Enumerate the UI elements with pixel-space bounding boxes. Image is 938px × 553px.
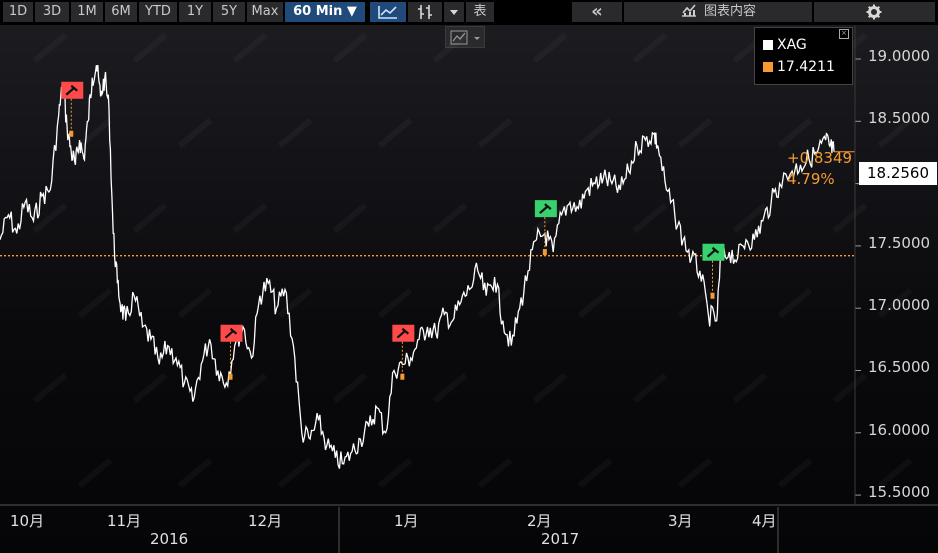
watermark-mark [578,288,612,318]
table-view-button[interactable]: 表 [466,2,494,22]
period-3d-button[interactable]: 3D [35,2,69,22]
period-1m-button[interactable]: 1M [71,2,103,22]
watermark-mark [33,373,67,403]
y-tick-label: 18.5000 [868,109,931,127]
watermark-mark [478,118,512,148]
y-tick-label: 16.5000 [868,358,931,376]
x-tick-label: 1月 [394,512,419,530]
period-6m-button[interactable]: 6M [105,2,137,22]
watermark-mark [278,118,312,148]
y-tick-label: 16.0000 [868,421,931,439]
watermark-mark [578,118,612,148]
period-5y-button[interactable]: 5Y [213,2,245,22]
watermark-mark [33,33,67,63]
watermark-mark [333,203,367,233]
watermark-mark [633,33,667,63]
period-max-button[interactable]: Max [247,2,283,22]
year-label: 2016 [150,530,189,548]
watermark-mark [733,203,767,233]
y-tick-label: 17.0000 [868,296,931,314]
watermark-mark [378,288,412,318]
watermark-mark [133,33,167,63]
watermark-mark [733,373,767,403]
watermark-mark [378,458,412,488]
watermark-mark [633,373,667,403]
last-value-badge: 18.2560 [859,162,937,185]
watermark-mark [433,33,467,63]
period-ytd-button[interactable]: YTD [139,2,177,22]
sell-flag-icon[interactable] [61,81,84,137]
chart-content-button[interactable]: 图表内容 [624,2,812,22]
x-tick-label: 4月 [752,512,777,530]
watermark-mark [178,288,212,318]
watermark-mark [333,373,367,403]
price-chart [0,25,938,553]
legend-item-xag[interactable]: XAG [763,36,807,54]
watermark [33,33,912,488]
change-percent: 4.79% [787,170,835,188]
y-tick-label: 15.5000 [868,483,931,501]
x-tick-label: 11月 [107,512,142,530]
watermark-mark [478,288,512,318]
legend-swatch [763,62,773,72]
y-tick-label: 19.0000 [868,47,931,65]
legend-label: XAG [777,37,807,53]
watermark-mark [133,373,167,403]
xag-series-line [0,65,835,469]
watermark-mark [633,203,667,233]
chart-window: 1D 3D 1M 6M YTD 1Y 5Y Max 60 Min ▼ 表 « 图… [0,0,938,553]
watermark-mark [778,458,812,488]
interval-select[interactable]: 60 Min ▼ [285,2,365,22]
watermark-mark [678,458,712,488]
watermark-mark [178,458,212,488]
year-label: 2017 [541,530,580,548]
toolbar: 1D 3D 1M 6M YTD 1Y 5Y Max 60 Min ▼ 表 « 图… [0,0,938,25]
watermark-mark [533,33,567,63]
sell-flag-icon[interactable] [220,324,243,380]
watermark-mark [233,33,267,63]
legend-item-reference[interactable]: 17.4211 [763,58,835,76]
watermark-mark [178,118,212,148]
x-tick-label: 10月 [10,512,45,530]
watermark-mark [78,288,112,318]
watermark-mark [333,33,367,63]
watermark-mark [433,373,467,403]
chart-content-label: 图表内容 [703,4,756,19]
legend-label: 17.4211 [777,59,835,75]
close-icon[interactable]: × [839,29,849,39]
watermark-mark [778,288,812,318]
candlestick-icon[interactable] [408,2,442,22]
chart-content-icon [680,2,698,25]
watermark-mark [278,458,312,488]
legend-swatch [763,40,773,50]
gear-icon[interactable] [814,2,935,22]
watermark-mark [433,203,467,233]
watermark-mark [833,203,867,233]
watermark-mark [233,203,267,233]
x-tick-label: 12月 [248,512,283,530]
legend: × XAG 17.4211 [754,27,853,85]
watermark-mark [778,118,812,148]
watermark-mark [233,373,267,403]
period-1y-button[interactable]: 1Y [179,2,211,22]
watermark-mark [678,118,712,148]
watermark-mark [78,458,112,488]
x-tick-label: 2月 [527,512,552,530]
line-chart-icon[interactable] [370,2,406,22]
chevron-down-icon[interactable] [444,2,464,22]
change-absolute: +0.8349 [787,149,853,167]
watermark-mark [533,373,567,403]
plot-area: 19.0000 18.5000 18.0000 17.5000 17.0000 … [0,25,938,553]
watermark-mark [133,203,167,233]
watermark-mark [833,373,867,403]
x-tick-label: 3月 [668,512,693,530]
watermark-mark [78,118,112,148]
y-tick-label: 17.5000 [868,234,931,252]
sell-flag-icon[interactable] [392,324,415,380]
watermark-mark [478,458,512,488]
watermark-mark [578,458,612,488]
watermark-mark [378,118,412,148]
period-1d-button[interactable]: 1D [3,2,33,22]
collapse-panel-button[interactable]: « [572,2,622,22]
